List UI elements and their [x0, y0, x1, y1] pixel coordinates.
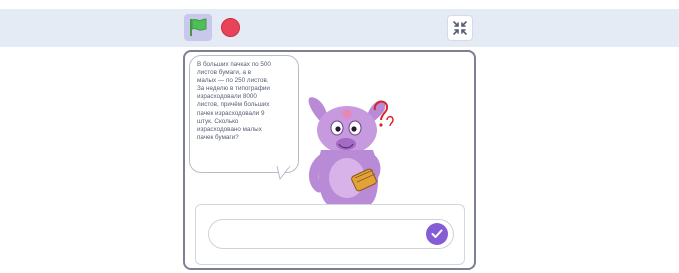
speech-line: израсходовано малых: [197, 125, 262, 133]
green-flag-button[interactable]: [184, 14, 212, 41]
speech-bubble: В больших пачках по 500 листов бумаги, а…: [189, 55, 299, 173]
checkmark-icon: [431, 229, 443, 238]
green-flag-icon: [190, 18, 207, 36]
speech-line: пачек израсходовали 9: [197, 109, 265, 117]
speech-line: пачек бумаги?: [197, 133, 239, 141]
speech-line: штук. Сколько: [197, 117, 239, 125]
stage-canvas[interactable]: В больших пачках по 500 листов бумаги, а…: [183, 50, 476, 270]
speech-line: листов, причём больших: [197, 101, 270, 109]
speech-bubble-tail: [276, 166, 291, 180]
fullscreen-exit-icon: [453, 21, 467, 35]
luntik-sprite[interactable]: [297, 92, 402, 204]
submit-answer-button[interactable]: [426, 223, 448, 245]
speech-line: листов бумаги, а в: [197, 69, 252, 77]
speech-line: В больших пачках по 500: [197, 61, 271, 68]
ask-prompt-box: [195, 204, 465, 265]
speech-line: малых — по 250 листов.: [197, 77, 269, 85]
answer-input[interactable]: [208, 219, 454, 249]
speech-line: За неделю в типографии: [197, 85, 270, 93]
scratch-player: В больших пачках по 500 листов бумаги, а…: [0, 0, 679, 273]
stop-button[interactable]: [221, 18, 240, 37]
fullscreen-toggle-button[interactable]: [447, 15, 473, 41]
player-controls-bar: [0, 9, 679, 47]
